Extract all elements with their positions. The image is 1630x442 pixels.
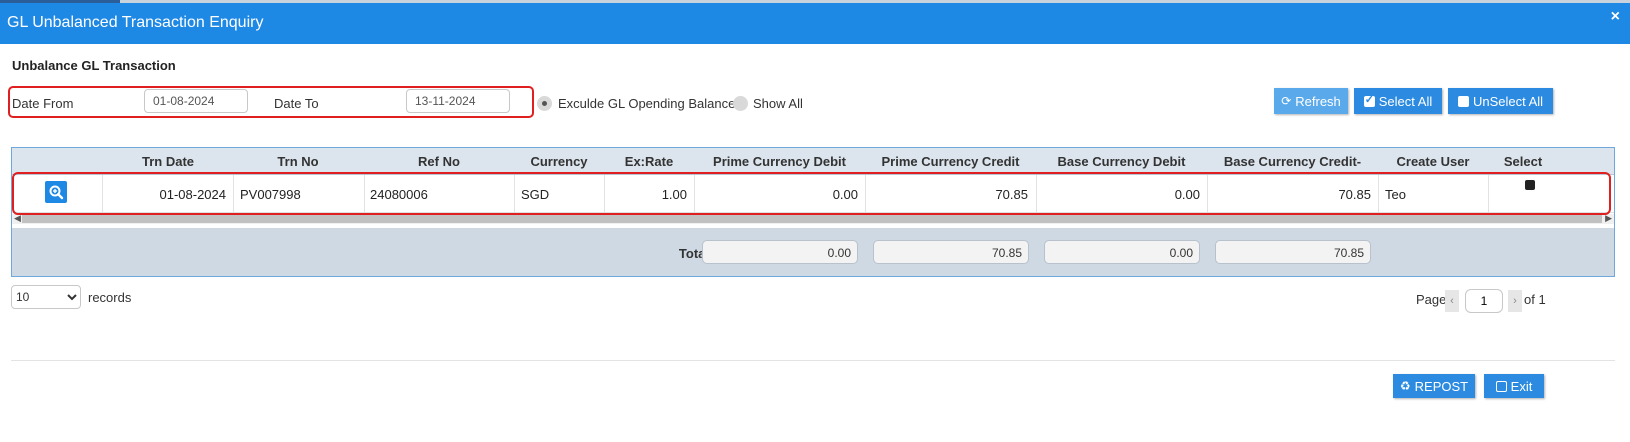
col-base-debit[interactable]: Base Currency Debit: [1036, 154, 1207, 169]
refresh-button[interactable]: ⟳ Refresh: [1274, 88, 1348, 114]
radio-show-all-label: Show All: [753, 96, 803, 111]
col-ref-no[interactable]: Ref No: [364, 154, 514, 169]
total-prime-credit: 70.85: [873, 240, 1029, 264]
sign-out-icon: [1495, 380, 1507, 392]
repost-button[interactable]: ♻ REPOST: [1393, 374, 1475, 398]
page-number-input[interactable]: [1465, 289, 1503, 313]
section-title: Unbalance GL Transaction: [12, 58, 176, 73]
total-prime-debit: 0.00: [702, 240, 858, 264]
row-highlight: [12, 172, 1611, 215]
col-prime-credit[interactable]: Prime Currency Credit: [865, 154, 1036, 169]
col-ex-rate[interactable]: Ex:Rate: [604, 154, 694, 169]
repost-label: REPOST: [1414, 378, 1469, 394]
horizontal-scrollbar[interactable]: ◀ ▶: [12, 213, 1614, 224]
select-all-label: Select All: [1378, 93, 1433, 109]
grid-footer: Total 0.00 70.85 0.00 70.85: [12, 228, 1614, 276]
unselect-all-label: UnSelect All: [1472, 93, 1544, 109]
scrollbar-thumb[interactable]: [22, 215, 1602, 223]
page-count-label: of 1: [1524, 292, 1546, 307]
date-from-label: Date From: [12, 96, 74, 111]
col-create-user[interactable]: Create User: [1378, 154, 1488, 169]
dialog-title: GL Unbalanced Transaction Enquiry: [7, 14, 264, 31]
exit-label: Exit: [1510, 378, 1533, 394]
unselect-all-button[interactable]: UnSelect All: [1448, 88, 1553, 114]
total-base-credit: 70.85: [1215, 240, 1371, 264]
date-to-label: Date To: [274, 96, 319, 111]
page-label: Page: [1416, 292, 1447, 307]
recycle-icon: ♻: [1399, 379, 1411, 393]
footer-divider: [11, 360, 1615, 361]
grid-header: Trn Date Trn No Ref No Currency Ex:Rate …: [12, 148, 1614, 175]
title-bar: GL Unbalanced Transaction Enquiry ×: [0, 3, 1630, 44]
radio-exclude-label: Exculde GL Opending Balance: [558, 96, 736, 111]
col-currency[interactable]: Currency: [514, 154, 604, 169]
col-prime-debit[interactable]: Prime Currency Debit: [694, 154, 865, 169]
radio-exclude-opening[interactable]: [537, 96, 552, 111]
col-trn-no[interactable]: Trn No: [233, 154, 363, 169]
col-trn-date[interactable]: Trn Date: [103, 154, 233, 169]
date-to-input[interactable]: [406, 89, 510, 113]
total-base-debit: 0.00: [1044, 240, 1200, 264]
checkbox-empty-icon: [1457, 95, 1469, 107]
checkbox-checked-icon: [1363, 93, 1375, 107]
chevron-left-icon[interactable]: ‹: [1445, 290, 1459, 312]
select-all-button[interactable]: Select All: [1354, 88, 1442, 114]
page-size-select[interactable]: 10: [11, 285, 81, 309]
date-from-input[interactable]: [144, 89, 248, 113]
close-icon[interactable]: ×: [1611, 8, 1620, 26]
radio-show-all[interactable]: [733, 96, 748, 111]
records-label: records: [88, 290, 132, 305]
refresh-icon: ⟳: [1281, 94, 1292, 108]
refresh-label: Refresh: [1295, 93, 1341, 109]
col-select[interactable]: Select: [1488, 154, 1558, 169]
col-base-credit[interactable]: Base Currency Credit-: [1207, 154, 1378, 169]
chevron-right-icon[interactable]: ›: [1508, 290, 1522, 312]
exit-button[interactable]: Exit: [1484, 374, 1544, 398]
